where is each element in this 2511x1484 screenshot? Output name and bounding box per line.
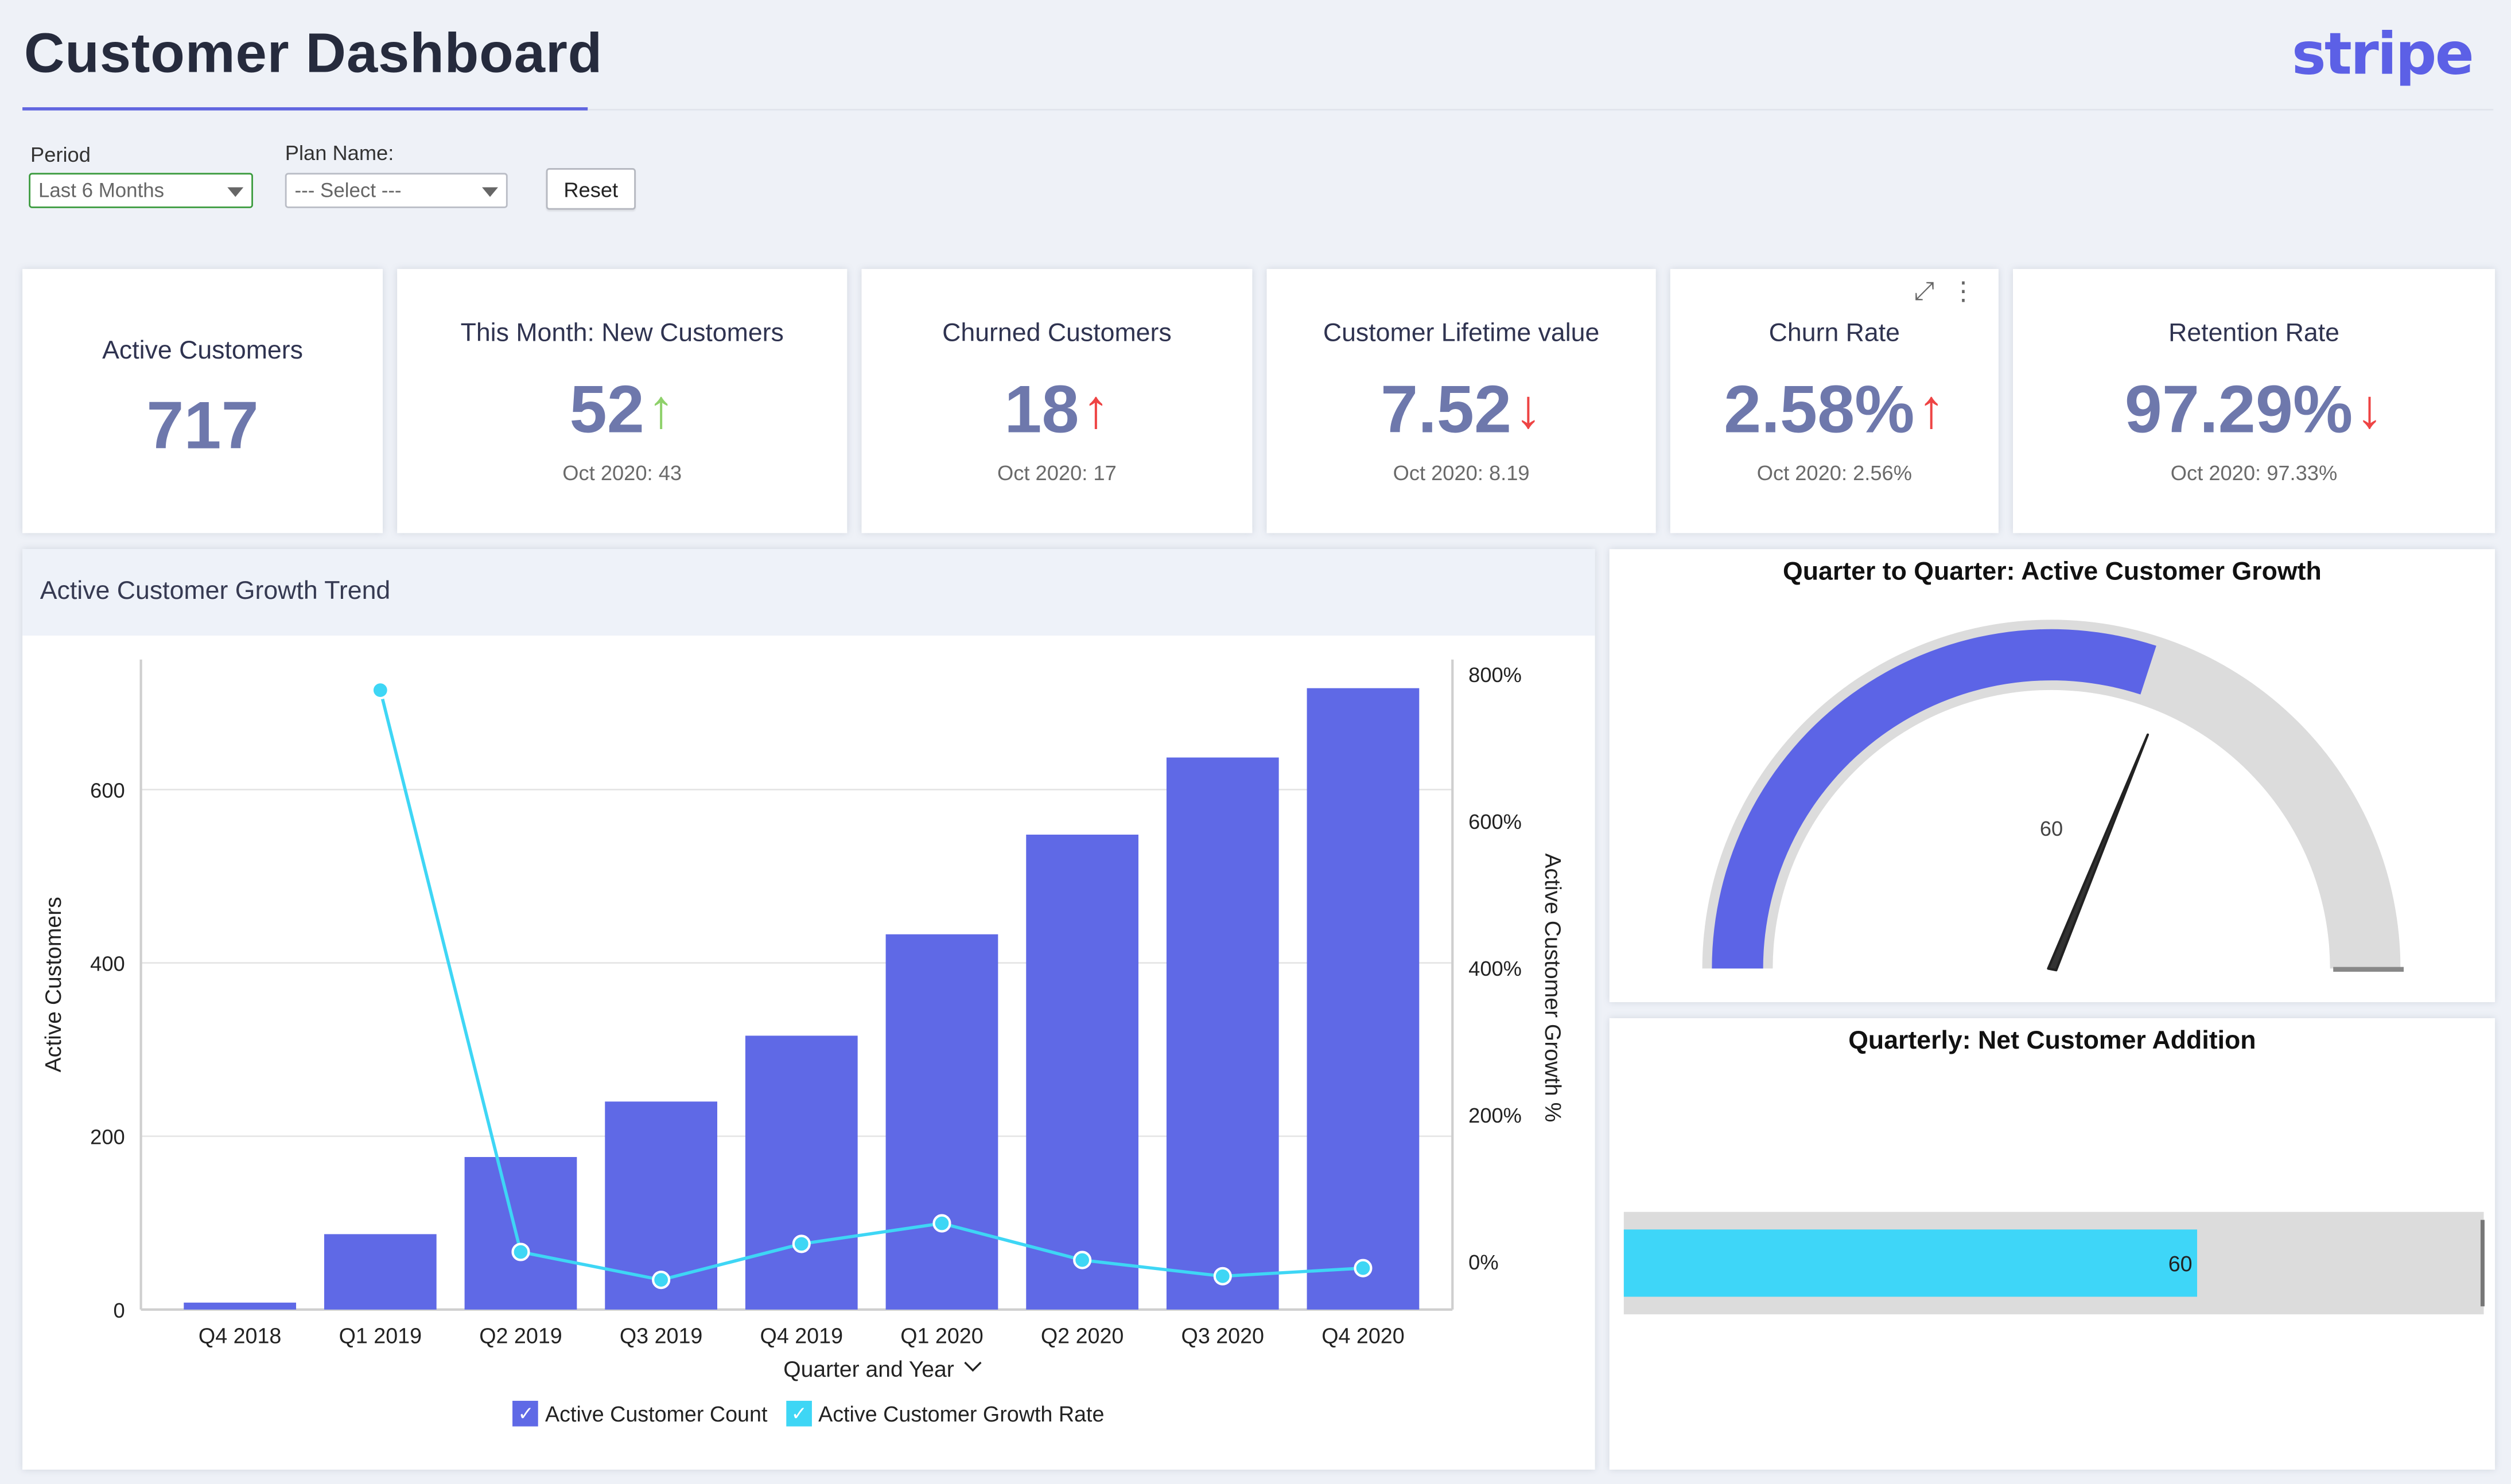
x-tick-label: Q4 2018 — [199, 1323, 281, 1347]
y-tick-label: 200 — [90, 1125, 125, 1149]
legend-label: Active Customer Count — [545, 1401, 768, 1426]
y2-axis-title: Active Customer Growth % — [1540, 853, 1565, 1122]
x-tick-label: Q1 2019 — [339, 1323, 422, 1347]
kpi-value: 2.58% ↑ — [1670, 371, 1999, 448]
x-tick-label: Q3 2019 — [620, 1323, 702, 1347]
growth-point — [1213, 1267, 1232, 1286]
more-options-icon[interactable]: ⋮ — [1950, 279, 1976, 306]
x-tick-label: Q2 2019 — [479, 1323, 562, 1347]
kpi-card-churn-rate[interactable]: ⤢ ⋮ Churn Rate 2.58% ↑ Oct 2020: 2.56% — [1670, 268, 1999, 533]
x-tick-label: Q2 2020 — [1041, 1323, 1124, 1347]
bullet-target-marker — [2480, 1220, 2485, 1307]
dashboard: Customer Dashboard stripe Period Last 6 … — [0, 0, 2511, 1484]
bar — [184, 1302, 297, 1310]
kpi-value: 97.29% ↓ — [2013, 371, 2495, 448]
bar — [324, 1234, 437, 1310]
bar — [745, 1035, 858, 1310]
legend-item-active-customer-count[interactable]: ✓ Active Customer Count — [513, 1400, 768, 1427]
y-tick-label: 600 — [90, 778, 125, 802]
arrow-down-icon: ↓ — [2355, 379, 2384, 441]
kpi-value-text: 2.58% — [1724, 371, 1915, 447]
bar — [885, 934, 998, 1310]
kpi-title: Churn Rate — [1768, 320, 1900, 348]
arrow-up-icon: ↑ — [1918, 379, 1945, 441]
bullet-value-label: 60 — [2168, 1252, 2193, 1276]
growth-point — [1073, 1251, 1092, 1269]
bullet-bar — [1623, 1229, 2197, 1297]
growth-point — [652, 1271, 671, 1290]
bar — [1026, 834, 1138, 1310]
stripe-logo[interactable]: stripe — [2292, 22, 2474, 88]
growth-point — [511, 1242, 530, 1261]
legend-label: Active Customer Growth Rate — [818, 1401, 1105, 1426]
growth-point — [932, 1214, 951, 1233]
bar — [1307, 688, 1420, 1310]
y-tick-label: 400 — [90, 952, 125, 976]
y2-tick-label: 400% — [1468, 957, 1522, 980]
x-tick-label: Q4 2020 — [1321, 1323, 1404, 1347]
x-tick-label: Q1 2020 — [900, 1323, 983, 1347]
checkbox-checked-icon: ✓ — [786, 1400, 812, 1427]
growth-point — [371, 681, 390, 700]
bullet-chart: 60 — [1623, 1212, 2485, 1315]
gauge-panel: Quarter to Quarter: Active Customer Grow… — [1609, 549, 2496, 1003]
kpi-comparison: Oct 2020: 97.33% — [2170, 461, 2338, 485]
kpi-title: Retention Rate — [2168, 320, 2339, 348]
x-tick-label: Q4 2019 — [760, 1323, 843, 1347]
x-tick-label: Q3 2020 — [1181, 1323, 1264, 1347]
gauge-value-label: 60 — [2040, 817, 2063, 840]
bar — [1166, 757, 1279, 1310]
checkbox-checked-icon: ✓ — [513, 1400, 539, 1427]
gauge-chart: 60 — [1702, 620, 2404, 972]
kpi-value-text: 97.29% — [2124, 371, 2353, 447]
gauge-fill — [1712, 629, 2156, 969]
y2-tick-label: 0% — [1468, 1251, 1498, 1274]
y2-tick-label: 200% — [1468, 1104, 1522, 1127]
gauge-end-marker — [2333, 967, 2404, 972]
chevron-down-icon — [964, 1361, 982, 1372]
card-tools: ⤢ ⋮ — [1898, 275, 1976, 307]
kpi-card-retention-rate[interactable]: Retention Rate 97.29% ↓ Oct 2020: 97.33% — [2013, 268, 2496, 533]
legend-item-growth-rate[interactable]: ✓ Active Customer Growth Rate — [786, 1400, 1105, 1427]
y-tick-label: 0 — [114, 1299, 125, 1322]
trend-chart: 0 200 400 600 0% 200% 400% 600% 800% Active Custo… — [41, 659, 1565, 1382]
kpi-comparison: Oct 2020: 2.56% — [1756, 461, 1912, 485]
y-axis-title: Active Customers — [41, 897, 66, 1072]
expand-icon[interactable]: ⤢ — [1914, 279, 1935, 306]
bar — [464, 1156, 577, 1310]
gauge-needle — [2047, 733, 2149, 972]
y2-tick-label: 600% — [1468, 810, 1522, 833]
growth-point — [1354, 1259, 1373, 1277]
x-axis-title: Quarter and Year — [783, 1357, 954, 1382]
trend-legend: ✓ Active Customer Count ✓ Active Custome… — [0, 1400, 1618, 1427]
bullet-panel: Quarterly: Net Customer Addition 60 — [1609, 1018, 2496, 1470]
growth-point — [792, 1234, 811, 1253]
y2-tick-label: 800% — [1468, 663, 1522, 687]
